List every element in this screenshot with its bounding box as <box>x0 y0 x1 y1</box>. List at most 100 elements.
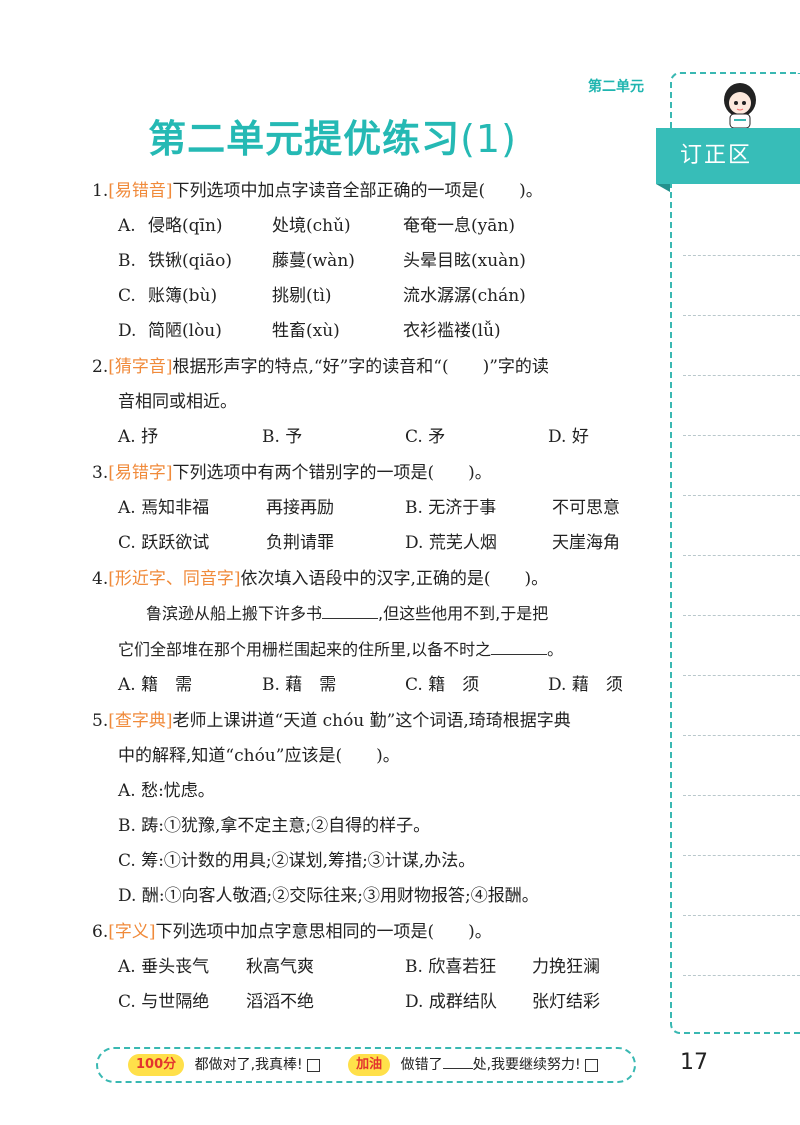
page-number: 17 <box>680 1050 708 1075</box>
option-item: 张灯结彩 <box>532 992 600 1012</box>
question-tag: [查字典] <box>108 711 173 731</box>
option-item: 挑剔(tì) <box>272 286 332 306</box>
option-item: 衣衫褴褛(lǚ) <box>403 321 501 341</box>
question-tag: [字义] <box>108 922 156 942</box>
page-title: 第二单元提优练习(1) <box>0 108 665 163</box>
question-text-continued: 中的解释,知道“chóu”应该是( )。 <box>118 746 400 766</box>
option-item: A. 籍 需 <box>118 675 193 695</box>
question-number: 6. <box>92 922 109 942</box>
option-label: A. <box>118 216 136 236</box>
self-check-footer: 100分 都做对了,我真棒! 加油 做错了 处,我要继续努力! <box>96 1047 636 1083</box>
unit-tag: 第二单元 <box>588 79 644 95</box>
option-item: C. 筹:①计数的用具;②谋划,筹措;③计谋,办法。 <box>118 851 476 871</box>
option-label: C. <box>118 286 136 306</box>
correction-line <box>683 615 800 616</box>
option-item: B. 踌:①犹豫,拿不定主意;②自得的样子。 <box>118 816 431 836</box>
question-number: 3. <box>92 463 109 483</box>
correction-line <box>683 855 800 856</box>
option-item: 牲畜(xù) <box>272 321 340 341</box>
option-item: 账簿(bù) <box>148 286 218 306</box>
option-item: C. 矛 <box>405 427 446 447</box>
option-item: C. 籍 须 <box>405 675 480 695</box>
option-item: B. 予 <box>262 427 303 447</box>
error-count-blank[interactable] <box>442 1056 473 1069</box>
question-6-stem: 6.[字义]下列选项中加点字意思相同的一项是( )。 <box>92 915 647 949</box>
option-item: 侵略(qīn) <box>148 216 223 236</box>
option-item: C. 跃跃欲试 <box>118 533 210 553</box>
option-label: D. <box>118 321 137 341</box>
correction-line <box>683 315 800 316</box>
option-item: 负荆请罪 <box>266 533 334 553</box>
option-item: A. 焉知非福 <box>118 498 210 518</box>
passage-text: ,但这些他用不到,于是把 <box>378 604 549 623</box>
correction-area <box>670 72 800 1034</box>
question-text-continued: 音相同或相近。 <box>118 392 237 412</box>
option-item: B. 欣喜若狂 <box>405 957 497 977</box>
option-item: D. 荒芜人烟 <box>405 533 497 553</box>
self-check-wrong-text-2: 处,我要继续努力! <box>472 1057 581 1073</box>
question-text: 下列选项中有两个错别字的一项是( )。 <box>172 463 492 483</box>
option-item: D. 藉 须 <box>548 675 623 695</box>
option-item: 铁锹(qiāo) <box>148 251 232 271</box>
option-item: A. 愁:忧虑。 <box>118 781 215 801</box>
option-item: B. 无济于事 <box>405 498 497 518</box>
option-item: 头晕目眩(xuàn) <box>403 251 526 271</box>
correction-line <box>683 435 800 436</box>
passage-line-1: 鲁滨逊从船上搬下许多书 ,但这些他用不到,于是把 <box>146 596 646 632</box>
option-item: 简陋(lòu) <box>148 321 222 341</box>
question-tag: [猜字音] <box>108 357 173 377</box>
question-number: 5. <box>92 711 109 731</box>
option-item: 秋高气爽 <box>246 957 314 977</box>
self-check-box[interactable] <box>306 1058 320 1072</box>
question-text: 根据形声字的特点,“好”字的读音和“( )”字的读 <box>172 357 549 377</box>
passage-line-2: 它们全部堆在那个用栅栏围起来的住所里,以备不时之 。 <box>118 632 648 668</box>
question-tag: [易错字] <box>108 463 173 483</box>
option-item: A. 抒 <box>118 427 159 447</box>
question-tag: [形近字、同音字] <box>108 569 241 589</box>
correction-line <box>683 495 800 496</box>
correction-line <box>683 795 800 796</box>
answer-blank[interactable] <box>322 604 379 619</box>
answer-blank[interactable] <box>491 640 548 655</box>
question-4-stem: 4.[形近字、同音字]依次填入语段中的汉字,正确的是( )。 <box>92 562 647 596</box>
girl-avatar-icon <box>724 83 756 129</box>
option-item: 藤蔓(wàn) <box>272 251 355 271</box>
correction-line <box>683 675 800 676</box>
correction-line <box>683 375 800 376</box>
passage-text: 鲁滨逊从船上搬下许多书 <box>146 604 323 623</box>
question-number: 2. <box>92 357 109 377</box>
option-item: C. 与世隔绝 <box>118 992 210 1012</box>
correction-area-label: 订正区 <box>656 128 800 192</box>
question-number: 4. <box>92 569 109 589</box>
option-item: 不可思意 <box>552 498 620 518</box>
self-check-correct-text: 都做对了,我真棒! <box>194 1057 303 1073</box>
option-item: D. 好 <box>548 427 589 447</box>
question-3-stem: 3.[易错字]下列选项中有两个错别字的一项是( )。 <box>92 456 647 490</box>
option-item: 再接再励 <box>266 498 334 518</box>
correction-line <box>683 975 800 976</box>
option-item: D. 酬:①向客人敬酒;②交际往来;③用财物报答;④报酬。 <box>118 886 539 906</box>
option-item: A. 垂头丧气 <box>118 957 210 977</box>
question-tag: [易错音] <box>108 181 173 201</box>
option-item: B. 藉 需 <box>262 675 337 695</box>
correction-line <box>683 915 800 916</box>
question-text: 下列选项中加点字意思相同的一项是( )。 <box>155 922 492 942</box>
option-label: B. <box>118 251 136 271</box>
question-number: 1. <box>92 181 109 201</box>
option-item: 流水潺潺(chán) <box>403 286 526 306</box>
title-main: 第二单元提优练习 <box>148 117 461 161</box>
self-check-wrong-text: 做错了 <box>400 1057 443 1073</box>
cheer-badge: 加油 <box>348 1054 391 1076</box>
correction-line <box>683 555 800 556</box>
self-check-box[interactable] <box>584 1058 598 1072</box>
question-text: 依次填入语段中的汉字,正确的是( )。 <box>240 569 549 589</box>
option-item: 处境(chǔ) <box>272 216 351 236</box>
score-badge: 100分 <box>128 1054 185 1076</box>
title-number: (1) <box>460 117 517 161</box>
option-item: 滔滔不绝 <box>246 992 314 1012</box>
option-item: 奄奄一息(yān) <box>403 216 515 236</box>
passage-text: 。 <box>547 640 564 659</box>
question-2-stem: 2.[猜字音]根据形声字的特点,“好”字的读音和“( )”字的读 <box>92 350 647 384</box>
correction-line <box>683 735 800 736</box>
correction-line <box>683 255 800 256</box>
